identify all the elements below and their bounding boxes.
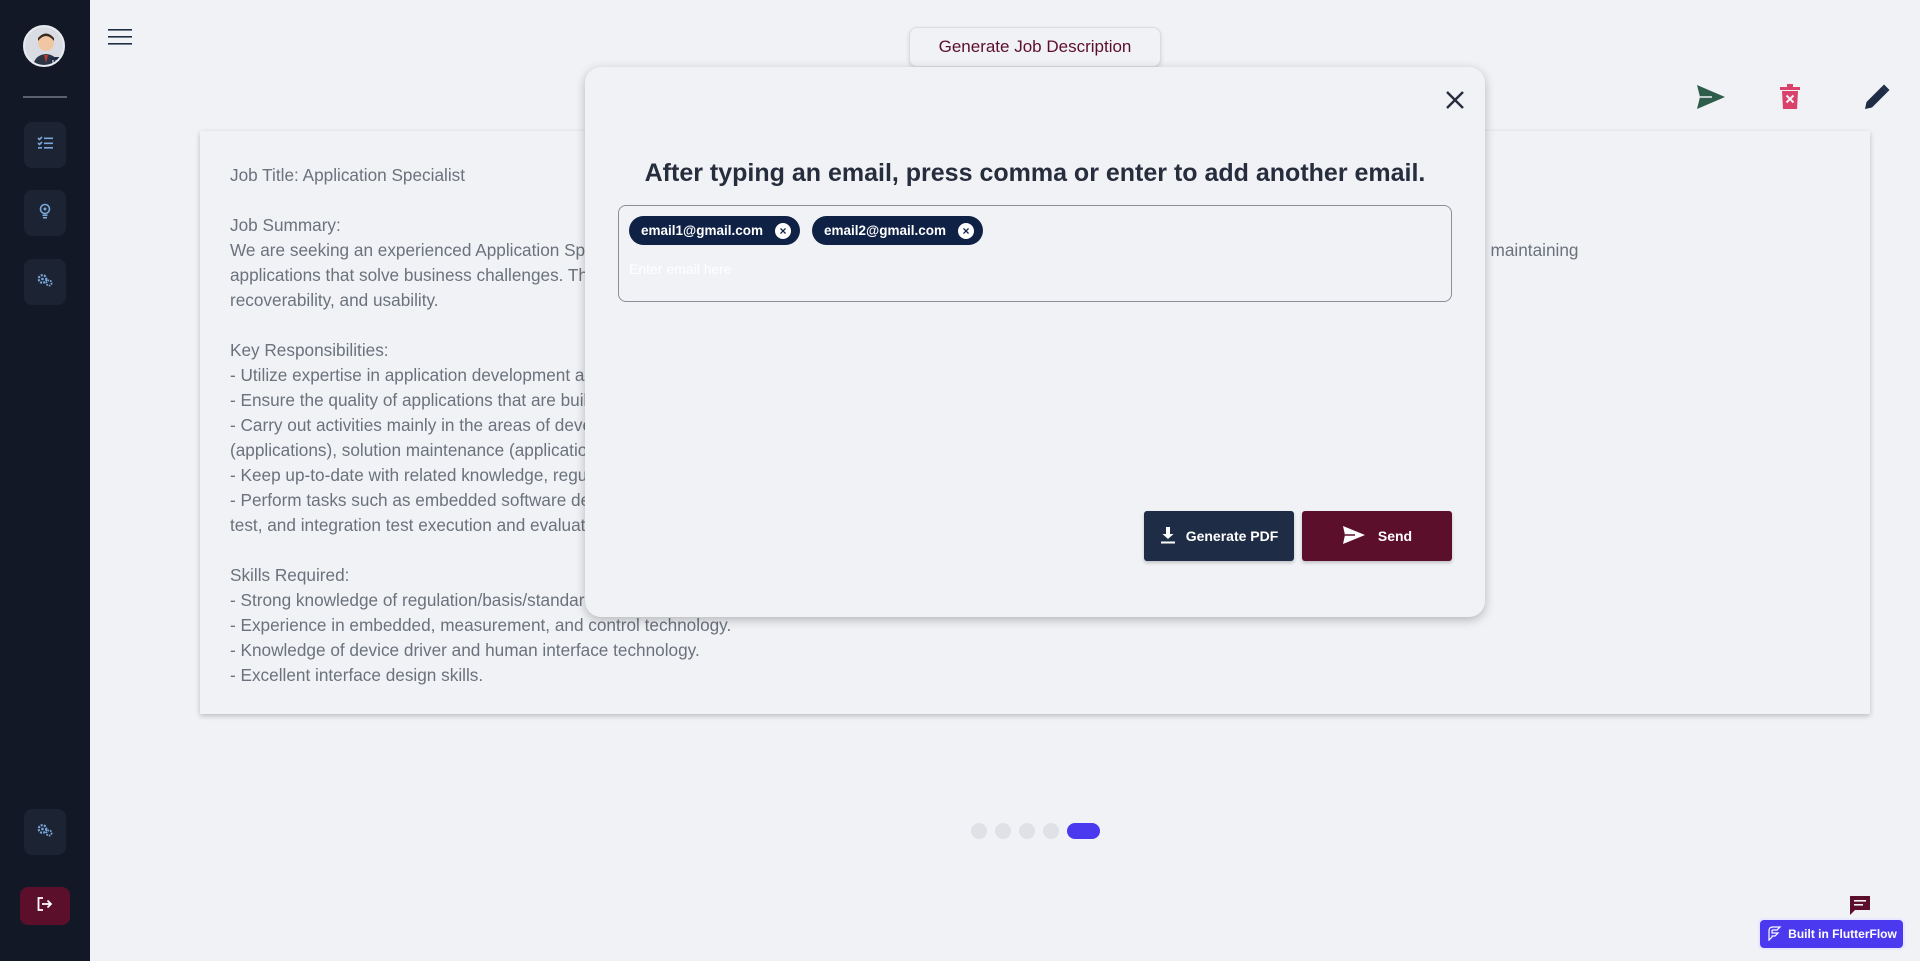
- sidebar-item-ideas[interactable]: [24, 190, 66, 236]
- gears-icon: [37, 823, 53, 842]
- sidebar: HP: [0, 0, 90, 961]
- page-indicator-dot-active[interactable]: [1067, 823, 1100, 839]
- generate-pdf-label: Generate PDF: [1185, 528, 1279, 544]
- logout-icon: [37, 896, 53, 916]
- email-input[interactable]: [629, 257, 1229, 281]
- generate-job-description-button[interactable]: Generate Job Description: [909, 27, 1161, 67]
- remove-chip-icon[interactable]: ×: [774, 222, 791, 239]
- email-chip: email1@gmail.com ×: [629, 216, 800, 245]
- edit-icon[interactable]: [1860, 80, 1894, 114]
- page-indicator-dot[interactable]: [971, 823, 987, 839]
- send-icon[interactable]: [1694, 80, 1728, 114]
- sidebar-item-settings[interactable]: [24, 809, 66, 855]
- email-modal: After typing an email, press comma or en…: [585, 67, 1485, 617]
- email-chip-label: email1@gmail.com: [641, 223, 763, 238]
- sidebar-item-tasks[interactable]: [24, 122, 66, 168]
- logout-button[interactable]: [20, 887, 70, 925]
- download-icon: [1160, 526, 1176, 547]
- gears-icon: [37, 273, 53, 292]
- avatar[interactable]: HP: [23, 25, 65, 67]
- page-indicator-dot[interactable]: [1019, 823, 1035, 839]
- send-label: Send: [1377, 528, 1413, 544]
- flutterflow-badge-label: Built in FlutterFlow: [1788, 927, 1897, 941]
- email-chips-field[interactable]: email1@gmail.com × email2@gmail.com ×: [618, 205, 1452, 302]
- lightbulb-icon: [38, 203, 52, 224]
- page-indicator-dot[interactable]: [995, 823, 1011, 839]
- generate-pdf-button[interactable]: Generate PDF: [1144, 511, 1294, 561]
- email-chip: email2@gmail.com ×: [812, 216, 983, 245]
- flutterflow-badge[interactable]: Built in FlutterFlow: [1758, 918, 1905, 950]
- close-icon[interactable]: [1440, 85, 1470, 115]
- send-icon: [1342, 525, 1366, 548]
- flutterflow-icon: [1766, 925, 1782, 944]
- menu-icon[interactable]: [108, 28, 132, 46]
- send-button[interactable]: Send: [1302, 511, 1452, 561]
- checklist-icon: [37, 135, 53, 155]
- email-chip-label: email2@gmail.com: [824, 223, 946, 238]
- page-indicator-dot[interactable]: [1043, 823, 1059, 839]
- delete-icon[interactable]: [1773, 80, 1807, 114]
- remove-chip-icon[interactable]: ×: [957, 222, 974, 239]
- modal-title: After typing an email, press comma or en…: [644, 159, 1426, 187]
- sidebar-divider: [23, 96, 67, 98]
- svg-text:HP: HP: [52, 60, 62, 67]
- sidebar-item-tools[interactable]: [24, 259, 66, 305]
- chat-icon[interactable]: [1848, 895, 1872, 917]
